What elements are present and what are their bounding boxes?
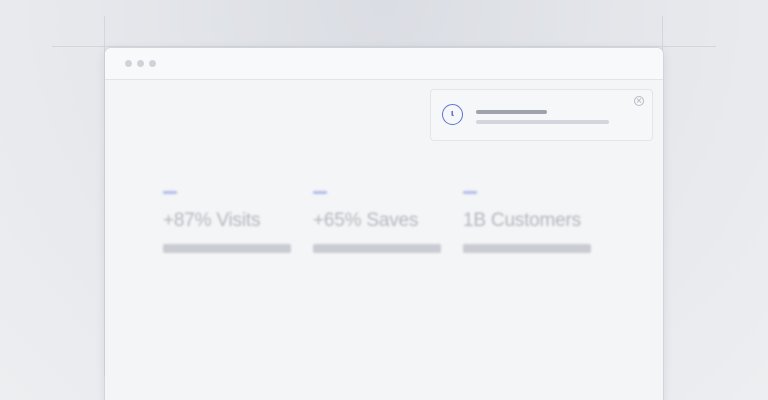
stats-row: +87% Visits +65% Saves 1B Customers [163, 191, 603, 261]
window-titlebar [105, 48, 663, 80]
stat-value: +65% Saves [313, 210, 419, 231]
notification-title-placeholder [476, 110, 547, 114]
stat-accent-line [163, 191, 177, 194]
stat-value: +87% Visits [163, 210, 261, 231]
stat-description-placeholder [463, 244, 591, 253]
stat-customers: 1B Customers [463, 191, 591, 253]
stat-accent-line [463, 191, 477, 194]
stat-description-placeholder [163, 244, 291, 253]
notification-body-placeholder [476, 120, 609, 124]
stat-description-placeholder [313, 244, 441, 253]
window-control-dot[interactable] [137, 60, 144, 67]
close-icon[interactable]: × [634, 96, 644, 106]
window-control-dot[interactable] [125, 60, 132, 67]
window-control-dot[interactable] [149, 60, 156, 67]
stat-saves: +65% Saves [313, 191, 441, 253]
guide-line-horizontal [52, 46, 716, 47]
stat-visits: +87% Visits [163, 191, 291, 253]
browser-window: ι × +87% Visits +65% Saves 1B Customers [105, 48, 663, 400]
timer-icon: ι [442, 104, 463, 125]
stat-value: 1B Customers [463, 210, 581, 231]
stat-accent-line [313, 191, 327, 194]
notification-toast[interactable]: ι × [430, 89, 653, 141]
